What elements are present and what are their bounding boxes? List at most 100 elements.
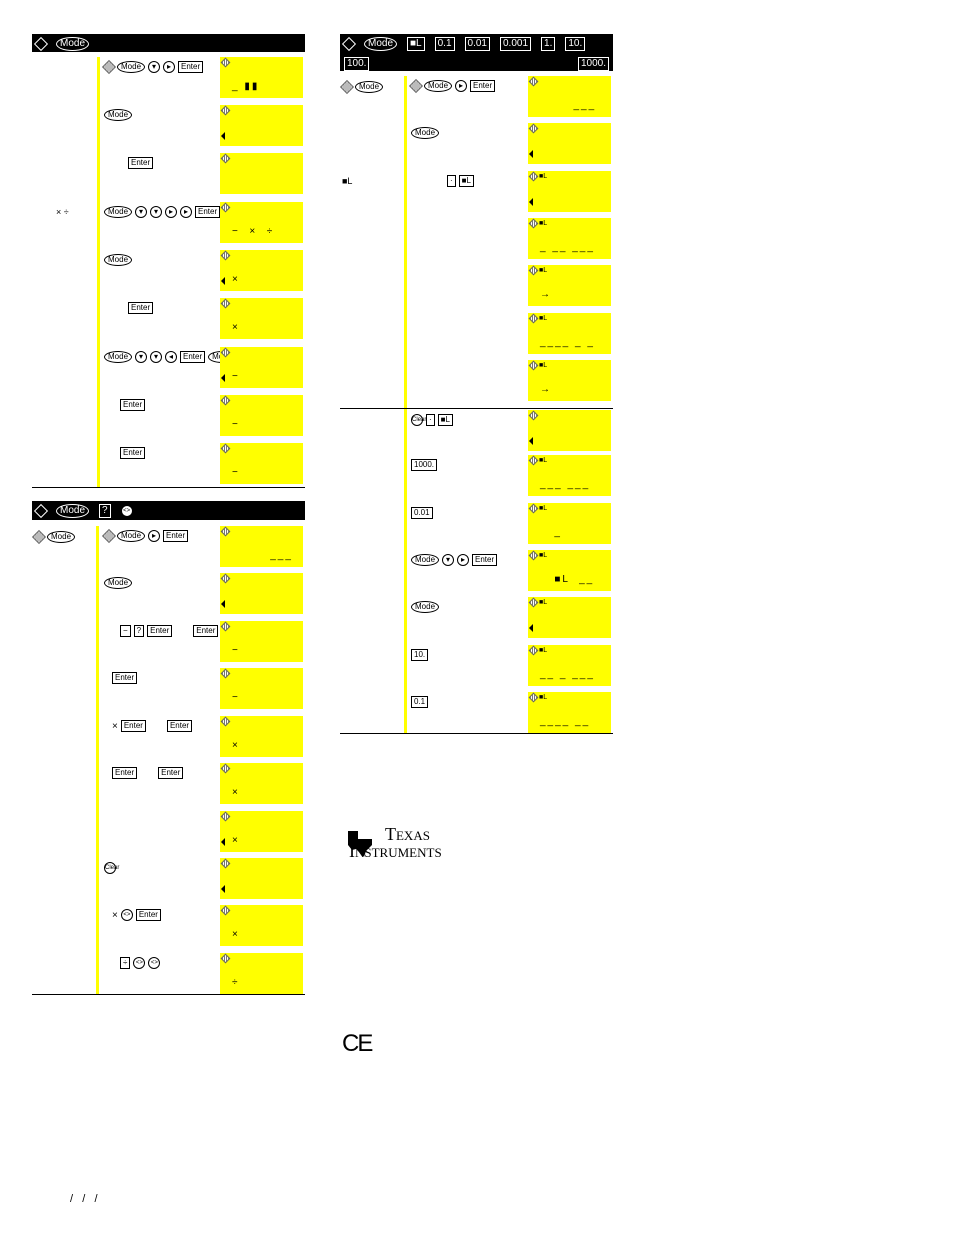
diamond-key-icon[interactable] [101,59,117,75]
diamond-indicator-icon [220,573,231,584]
cursor-arrow-icon [529,198,533,206]
diamond-indicator-icon [220,621,231,632]
left-arrow-key-icon[interactable]: ◂ [165,351,178,363]
mode-key[interactable]: Mode [104,109,133,121]
clear-key[interactable]: Clear [104,862,119,874]
cursor-arrow-icon [221,374,225,382]
key-L[interactable]: ■L [407,37,425,51]
mode-key[interactable]: Mode [104,206,133,218]
key-Enter[interactable]: Enter [120,447,146,459]
key-[interactable]: · [426,414,435,426]
mode-key[interactable]: Mode [364,37,398,51]
swap-key-icon[interactable]: <> [120,505,133,517]
key-L[interactable]: ■L [458,175,474,187]
right-arrow-key-icon[interactable]: ▸ [148,530,161,542]
right-arrow-key-icon[interactable]: ▸ [165,206,178,218]
key-10[interactable]: 10. [411,649,429,661]
diamond-indicator-icon [220,250,231,261]
key-Enter[interactable]: Enter [166,720,193,732]
mode-key[interactable]: Mode [117,530,146,542]
key-01[interactable]: 0.1 [411,696,429,708]
key-Enter[interactable]: Enter [195,206,221,218]
mode-key[interactable]: Mode [117,61,146,73]
key-Enter[interactable]: Enter [472,554,498,566]
key-Enter[interactable]: Enter [180,351,206,363]
key-Enter[interactable]: Enter [128,302,154,314]
mode-key[interactable]: Mode [56,37,90,51]
mode-key[interactable]: Mode [104,351,133,363]
mode-key[interactable]: Mode [411,127,440,139]
key-10[interactable]: 10. [565,37,586,51]
diamond-key-icon[interactable] [33,503,49,519]
swap-key-icon[interactable]: <> [120,909,133,921]
calculator-display: − [220,621,303,662]
mode-indicator: ■L [539,694,548,701]
down-arrow-key-icon[interactable]: ▾ [148,61,161,73]
key-100[interactable]: 100. [344,57,370,71]
key-[interactable]: ? [133,625,145,637]
key-Enter[interactable]: Enter [158,767,184,779]
key-[interactable]: − [120,625,131,637]
key-Enter[interactable]: Enter [147,625,173,637]
diamond-key-icon[interactable] [408,78,424,94]
key-Enter[interactable]: Enter [193,625,219,637]
key-001[interactable]: 0.01 [411,507,433,519]
key-Enter[interactable]: Enter [128,157,154,169]
key-001[interactable]: 0.01 [464,37,490,51]
key-01[interactable]: 0.1 [434,37,455,51]
key-Enter[interactable]: Enter [120,399,146,411]
key-[interactable]: ÷ [120,957,131,969]
right-arrow-key-icon[interactable]: ▸ [180,206,193,218]
right-arrow-key-icon[interactable]: ▸ [457,554,470,566]
diamond-key-icon[interactable] [31,529,47,545]
mode-key[interactable]: Mode [355,81,384,93]
down-arrow-key-icon[interactable]: ▾ [150,351,163,363]
key-Enter[interactable]: Enter [178,61,204,73]
key-Enter[interactable]: Enter [112,672,138,684]
mode-key[interactable]: Mode [411,601,440,613]
mode-key[interactable]: Mode [424,80,453,92]
right-arrow-key-icon[interactable]: ▸ [163,61,176,73]
diamond-indicator-icon [220,202,231,213]
left-column-label: ■L [342,176,353,186]
diamond-indicator-icon [528,410,539,421]
mode-key[interactable]: Mode [411,554,440,566]
diamond-key-icon[interactable] [33,36,49,52]
mode-key[interactable]: Mode [47,531,76,543]
mode-key[interactable]: Mode [56,504,90,518]
header-keys: Mode ■L 0.1 0.01 0.001 1. 10. 100. 1000. [341,36,609,71]
step-keys: Enter [112,672,138,684]
key-Enter[interactable]: Enter [163,530,189,542]
calculator-display: ■L __ _ ___ [528,645,611,686]
step-keys: Mode▾▾◂EnterMode [104,351,237,363]
diamond-key-icon[interactable] [341,36,357,52]
diamond-key-icon[interactable] [339,79,355,95]
key-[interactable]: · [447,175,456,187]
display-value: × [232,274,240,285]
key-Enter[interactable]: Enter [470,80,496,92]
down-arrow-key-icon[interactable]: ▾ [150,206,163,218]
swap-key-icon[interactable]: <> [133,957,146,969]
key-[interactable]: ? [99,504,111,518]
key-1000[interactable]: 1000. [577,57,609,71]
down-arrow-key-icon[interactable]: ▾ [442,554,455,566]
key-L[interactable]: ■L [437,414,453,426]
diamond-key-icon[interactable] [101,528,117,544]
calculator-display: × [220,763,303,804]
step-keys: × <> Enter [112,909,161,921]
key-1[interactable]: 1. [541,37,556,51]
clear-key[interactable]: Clear [411,414,426,426]
swap-key-icon[interactable]: <> [148,957,161,969]
key-Enter[interactable]: Enter [135,909,161,921]
key-Enter[interactable]: Enter [120,720,146,732]
key-Enter[interactable]: Enter [112,767,138,779]
display-indicators [528,123,539,134]
key-0001[interactable]: 0.001 [500,37,532,51]
mode-key[interactable]: Mode [104,577,133,589]
key-1000[interactable]: 1000. [411,459,438,471]
down-arrow-key-icon[interactable]: ▾ [135,206,148,218]
right-arrow-key-icon[interactable]: ▸ [455,80,468,92]
step-keys: Clear · ■L [411,414,453,426]
down-arrow-key-icon[interactable]: ▾ [135,351,148,363]
mode-key[interactable]: Mode [104,254,133,266]
